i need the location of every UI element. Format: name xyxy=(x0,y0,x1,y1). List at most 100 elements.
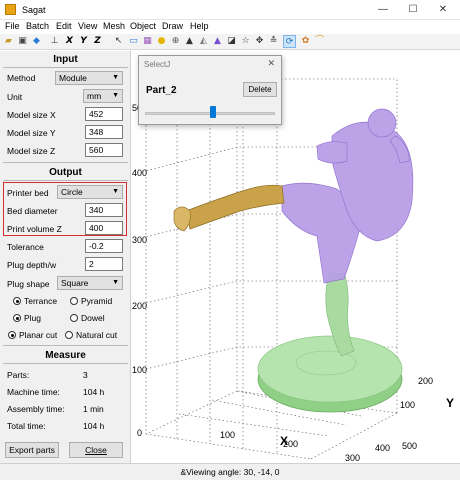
status-bar: &Viewing angle: 30, -14, 0 xyxy=(0,463,460,480)
x-axis-icon[interactable]: X xyxy=(63,35,76,48)
pyramid-radio[interactable]: Pyramid xyxy=(70,296,112,306)
model-icon[interactable]: ◆ xyxy=(30,35,43,48)
plug-radio[interactable]: Plug xyxy=(13,313,41,323)
pyramid-label: Pyramid xyxy=(81,296,113,306)
star-icon[interactable]: ☆ xyxy=(239,35,252,48)
method-select[interactable]: Module ▼ xyxy=(55,71,123,85)
align-icon[interactable]: ≛ xyxy=(267,35,280,48)
planar-cut-radio[interactable]: Planar cut xyxy=(8,330,57,340)
model-size-z-field[interactable]: 560 xyxy=(85,143,123,157)
output-heading: Output xyxy=(49,167,82,178)
method-value: Module xyxy=(59,73,87,83)
plug-depth-label: Plug depth/w xyxy=(7,260,57,270)
print-volume-z-field[interactable]: 400 xyxy=(85,221,123,235)
natural-cut-radio[interactable]: Natural cut xyxy=(65,330,117,340)
figure-body-purple xyxy=(281,108,414,284)
menu-draw[interactable]: Draw xyxy=(162,21,183,31)
spin-icon[interactable]: ✿ xyxy=(299,35,312,48)
terrance-radio[interactable]: Terrance xyxy=(13,296,57,306)
rotate-icon[interactable]: ⟳ xyxy=(283,35,296,48)
menu-batch[interactable]: Batch xyxy=(26,21,49,31)
viewing-angle-status: &Viewing angle: 30, -14, 0 xyxy=(180,467,280,477)
input-heading: Input xyxy=(53,54,78,65)
mesh-icon[interactable]: ▦ xyxy=(141,35,154,48)
axes-icon[interactable]: ⊥ xyxy=(48,35,61,48)
unit-label: Unit xyxy=(7,92,23,102)
parts-label: Parts: xyxy=(7,370,30,380)
divider xyxy=(3,363,128,364)
tolerance-field[interactable]: -0.2 xyxy=(85,239,123,253)
model-size-y-label: Model size Y xyxy=(7,128,56,138)
color-icon[interactable]: ▲ xyxy=(211,35,224,48)
tolerance-label: Tolerance xyxy=(7,242,44,252)
menu-object[interactable]: Object xyxy=(130,21,156,31)
divider xyxy=(3,67,128,68)
unit-value: mm xyxy=(87,91,102,101)
move-icon[interactable]: ✥ xyxy=(253,35,266,48)
light-icon[interactable]: ● xyxy=(155,35,168,48)
part-name: Part_2 xyxy=(146,85,177,96)
print-volume-z-label: Print volume Z xyxy=(7,224,62,234)
dowel-radio[interactable]: Dowel xyxy=(70,313,105,323)
radio-dot xyxy=(13,297,21,305)
natural-cut-label: Natural cut xyxy=(76,330,118,340)
x-tick-label: 500 xyxy=(402,441,417,451)
bed-diameter-field[interactable]: 340 xyxy=(85,203,123,217)
machine-time-label: Machine time: xyxy=(7,387,60,397)
export-parts-button[interactable]: Export parts xyxy=(5,442,59,458)
total-time-value: 104 h xyxy=(83,421,105,431)
close-icon[interactable]: ✕ xyxy=(267,58,275,69)
y-tick-label: 200 xyxy=(418,376,433,386)
menu-mesh[interactable]: Mesh xyxy=(103,21,125,31)
z-axis-icon[interactable]: Z xyxy=(91,35,104,48)
z-tick-label: 400 xyxy=(132,168,147,178)
divider xyxy=(3,180,128,181)
triangle-icon[interactable]: ▲ xyxy=(183,35,196,48)
y-tick-label: 100 xyxy=(400,400,415,410)
x-tick-label: 300 xyxy=(345,453,360,463)
build-plate xyxy=(257,335,403,413)
plug-shape-label: Plug shape xyxy=(7,279,50,289)
radio-dot xyxy=(8,331,16,339)
app-icon xyxy=(5,4,16,15)
model-size-z-label: Model size Z xyxy=(7,146,56,156)
y-axis-icon[interactable]: Y xyxy=(77,35,90,48)
figure-arm-gold xyxy=(173,184,285,232)
plug-shape-select[interactable]: Square ▼ xyxy=(57,276,123,290)
cube-icon[interactable]: ▭ xyxy=(127,35,140,48)
unit-select[interactable]: mm ▼ xyxy=(83,89,123,103)
total-time-label: Total time: xyxy=(7,421,46,431)
machine-time-value: 104 h xyxy=(83,387,105,397)
dowel-label: Dowel xyxy=(81,313,105,323)
arc-icon[interactable]: ⌒ xyxy=(313,35,326,48)
menu-bar: File Batch Edit View Mesh Object Draw He… xyxy=(0,20,460,34)
delete-button[interactable]: Delete xyxy=(243,82,277,97)
part-slider-thumb[interactable] xyxy=(209,106,216,118)
plug-depth-field[interactable]: 2 xyxy=(85,257,123,271)
menu-edit[interactable]: Edit xyxy=(56,21,72,31)
model-size-x-field[interactable]: 452 xyxy=(85,107,123,121)
close-window-button[interactable]: ✕ xyxy=(428,0,458,20)
maximize-button[interactable]: ☐ xyxy=(398,0,428,20)
palette-icon[interactable]: ◪ xyxy=(225,35,238,48)
radio-dot xyxy=(70,297,78,305)
x-tick-label: 100 xyxy=(220,430,235,440)
select-icon[interactable]: ↖ xyxy=(112,35,125,48)
parts-value: 3 xyxy=(83,370,88,380)
toolbar: ▰ ▣ ◆ ⊥ X Y Z ↖ ▭ ▦ ● ⊕ ▲ ◭ ▲ ◪ ☆ ✥ ≛ ⟳ … xyxy=(0,34,460,50)
radio-dot xyxy=(65,331,73,339)
slice-icon[interactable]: ⊕ xyxy=(169,35,182,48)
close-button[interactable]: Close xyxy=(69,442,123,458)
model-size-y-field[interactable]: 348 xyxy=(85,125,123,139)
shade-icon[interactable]: ◭ xyxy=(197,35,210,48)
chevron-down-icon: ▼ xyxy=(112,74,119,81)
menu-help[interactable]: Help xyxy=(190,21,209,31)
open-icon[interactable]: ▰ xyxy=(2,35,15,48)
menu-file[interactable]: File xyxy=(5,21,20,31)
model-size-x-label: Model size X xyxy=(7,110,56,120)
chevron-down-icon: ▼ xyxy=(112,279,119,286)
minimize-button[interactable]: — xyxy=(368,0,398,20)
printer-bed-select[interactable]: Circle ▼ xyxy=(57,185,123,199)
menu-view[interactable]: View xyxy=(78,21,97,31)
save-icon[interactable]: ▣ xyxy=(16,35,29,48)
